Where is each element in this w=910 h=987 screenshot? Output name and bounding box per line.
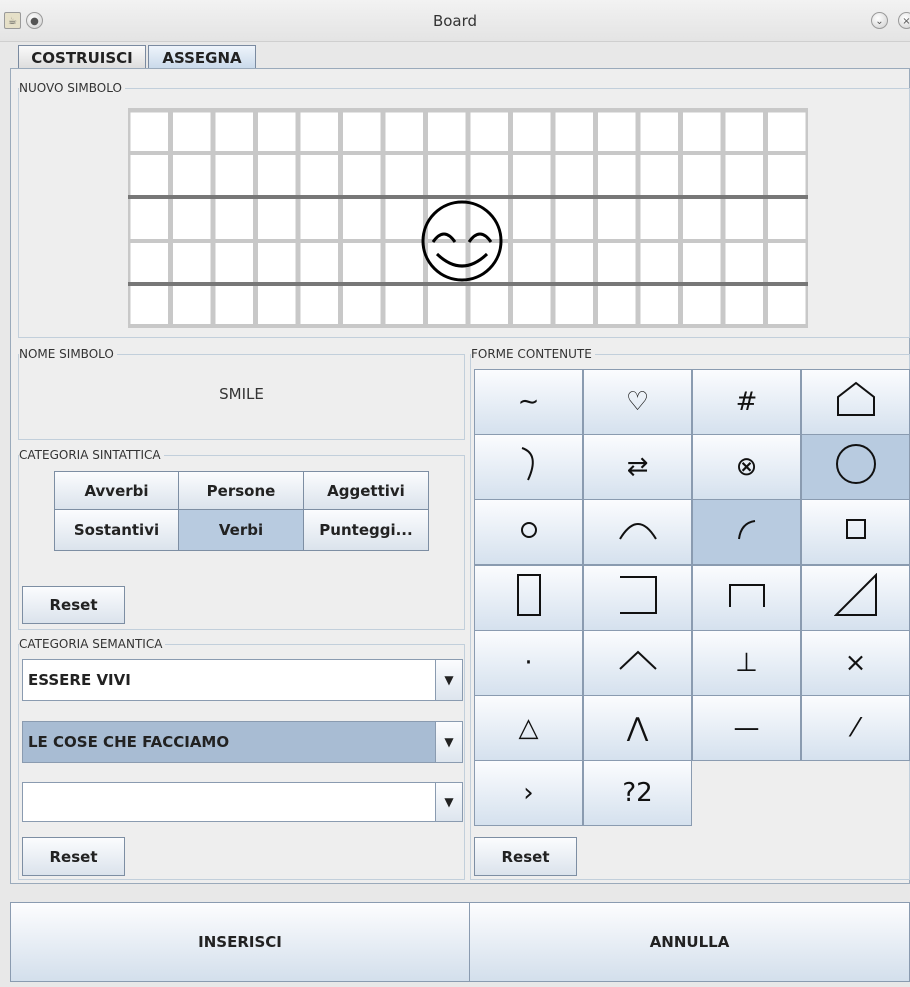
lambda-shape-icon: ⋀ bbox=[626, 713, 649, 743]
title-bar: ☕ ● Board ⌄ × bbox=[0, 0, 910, 42]
shape-button-tall-rectangle[interactable] bbox=[474, 565, 583, 631]
aggettivi-button[interactable]: Aggettivi bbox=[303, 471, 429, 510]
right-arc-icon bbox=[514, 444, 544, 491]
shape-button-greater-than[interactable]: › bbox=[474, 760, 583, 826]
shape-button-small-circle[interactable] bbox=[474, 499, 583, 565]
tab-assegna[interactable]: ASSEGNA bbox=[148, 45, 256, 69]
combo-value: LE COSE CHE FACCIAMO bbox=[28, 733, 230, 751]
circled-times-icon: ⊗ bbox=[735, 452, 758, 482]
annulla-button[interactable]: ANNULLA bbox=[469, 902, 910, 982]
symbol-name-value: SMILE bbox=[219, 385, 264, 403]
dropdown-arrow-icon[interactable]: ▼ bbox=[435, 660, 462, 700]
reset-sintattica-button[interactable]: Reset bbox=[22, 586, 125, 624]
shape-button-circled-times[interactable]: ⊗ bbox=[692, 434, 801, 500]
tall-rectangle-icon bbox=[516, 573, 542, 624]
avverbi-button[interactable]: Avverbi bbox=[54, 471, 179, 510]
shape-button-heart-outline[interactable]: ♡ bbox=[583, 369, 692, 435]
shape-button-right-arc[interactable] bbox=[474, 434, 583, 500]
nome-simbolo-group: NOME SIMBOLO SMILE bbox=[18, 346, 465, 440]
shape-button-large-circle[interactable] bbox=[801, 434, 910, 500]
verbi-button[interactable]: Verbi bbox=[178, 509, 304, 551]
shape-button-dot[interactable]: · bbox=[474, 630, 583, 696]
shape-button-swap-arrows[interactable]: ⇄ bbox=[583, 434, 692, 500]
hash-icon: # bbox=[735, 387, 758, 417]
shape-button-hash[interactable]: # bbox=[692, 369, 801, 435]
shape-button-times[interactable]: × bbox=[801, 630, 910, 696]
shape-button-horizontal-line[interactable]: — bbox=[692, 695, 801, 761]
corner-arc-icon bbox=[735, 517, 759, 548]
semantica-combo-3[interactable]: ▼ bbox=[22, 782, 463, 822]
shape-button-unknown[interactable]: ?2 bbox=[583, 760, 692, 826]
heart-outline-icon: ♡ bbox=[625, 387, 650, 417]
dropdown-arrow-icon[interactable]: ▼ bbox=[435, 722, 462, 762]
inserisci-button[interactable]: INSERISCI bbox=[10, 902, 470, 982]
unknown-icon: ?2 bbox=[622, 778, 653, 808]
shape-button-upper-arc[interactable] bbox=[583, 499, 692, 565]
persone-button[interactable]: Persone bbox=[178, 471, 304, 510]
categoria-sintattica-legend: CATEGORIA SINTATTICA bbox=[19, 447, 164, 463]
shape-button-house-outline[interactable] bbox=[801, 369, 910, 435]
nome-simbolo-legend: NOME SIMBOLO bbox=[19, 346, 117, 362]
minimize-icon[interactable]: ⌄ bbox=[871, 12, 888, 29]
nuovo-simbolo-legend: NUOVO SIMBOLO bbox=[19, 80, 125, 96]
small-circle-icon bbox=[519, 517, 539, 547]
semantica-combo-1[interactable]: ESSERE VIVI ▼ bbox=[22, 659, 463, 701]
shape-button-small-square[interactable] bbox=[801, 499, 910, 565]
shape-button-table-shape[interactable] bbox=[692, 565, 801, 631]
combo-value: ESSERE VIVI bbox=[28, 671, 131, 689]
dot-icon: · bbox=[524, 648, 533, 678]
shape-button-right-bracket[interactable] bbox=[583, 565, 692, 631]
short-slash-icon: ⁄ bbox=[853, 713, 858, 743]
tilde-icon: ∼ bbox=[517, 387, 540, 417]
perpendicular-icon: ⊥ bbox=[735, 648, 758, 678]
shape-button-triangle-outline[interactable]: △ bbox=[474, 695, 583, 761]
swap-arrows-icon: ⇄ bbox=[626, 452, 649, 482]
sostantivi-button[interactable]: Sostantivi bbox=[54, 509, 179, 551]
forme-contenute-legend: FORME CONTENUTE bbox=[471, 346, 595, 362]
semantica-combo-2[interactable]: LE COSE CHE FACCIAMO ▼ bbox=[22, 721, 463, 763]
triangle-outline-icon: △ bbox=[518, 713, 539, 743]
horizontal-line-icon: — bbox=[733, 713, 760, 743]
right-triangle-icon bbox=[833, 572, 878, 624]
shape-button-caret-up[interactable] bbox=[583, 630, 692, 696]
shape-button-right-triangle[interactable] bbox=[801, 565, 910, 631]
shape-button-corner-arc[interactable] bbox=[692, 499, 801, 565]
upper-arc-icon bbox=[616, 517, 660, 548]
close-icon[interactable]: × bbox=[898, 12, 910, 29]
shape-button-tilde[interactable]: ∼ bbox=[474, 369, 583, 435]
dropdown-arrow-icon[interactable]: ▼ bbox=[435, 783, 462, 821]
table-shape-icon bbox=[728, 583, 766, 614]
shape-button-short-slash[interactable]: ⁄ bbox=[801, 695, 910, 761]
shape-button-lambda-shape[interactable]: ⋀ bbox=[583, 695, 692, 761]
categoria-semantica-legend: CATEGORIA SEMANTICA bbox=[19, 636, 166, 652]
reset-semantica-button[interactable]: Reset bbox=[22, 837, 125, 876]
times-icon: × bbox=[844, 648, 867, 678]
house-outline-icon bbox=[834, 381, 878, 424]
caret-up-icon bbox=[618, 648, 658, 678]
shape-button-perpendicular[interactable]: ⊥ bbox=[692, 630, 801, 696]
right-bracket-icon bbox=[616, 575, 660, 622]
greater-than-icon: › bbox=[523, 778, 534, 808]
punteggiatura-button[interactable]: Punteggi... bbox=[303, 509, 429, 551]
tab-costruisci[interactable]: COSTRUISCI bbox=[18, 45, 146, 69]
symbol-drawing-grid[interactable] bbox=[128, 108, 808, 328]
window-title: Board bbox=[432, 12, 478, 30]
reset-forme-button[interactable]: Reset bbox=[474, 837, 577, 876]
large-circle-icon bbox=[834, 442, 878, 493]
small-square-icon bbox=[845, 517, 867, 547]
